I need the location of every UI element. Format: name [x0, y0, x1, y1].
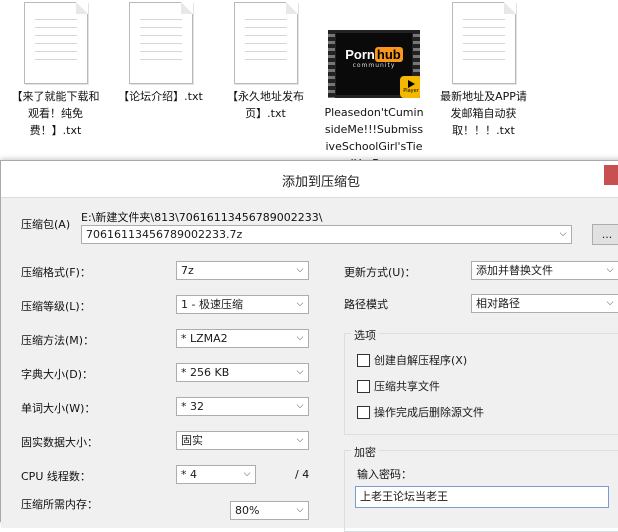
chevron-down-icon: ⌵	[296, 299, 304, 309]
method-select[interactable]: * LZMA2 ⌵	[176, 329, 309, 348]
checkbox-box	[357, 405, 370, 419]
file-item-video[interactable]: Porn hub community Player Pleasedon'tCumi…	[322, 0, 426, 172]
close-button[interactable]: ×	[604, 165, 618, 185]
checkbox-box	[357, 353, 370, 367]
format-label: 压缩格式(F)：	[21, 266, 91, 279]
chevron-down-icon: ⌵	[243, 469, 251, 479]
level-value: 1 - 极速压缩	[181, 298, 243, 311]
delete-label: 操作完成后删除源文件	[374, 406, 484, 419]
encryption-group: 加密 输入密码： 上老王论坛当老王	[344, 444, 618, 532]
update-select[interactable]: 添加并替换文件 ⌵	[471, 261, 618, 280]
dialog-title: 添加到压缩包	[281, 175, 360, 190]
chevron-down-icon: ⌵	[606, 298, 614, 308]
chevron-down-icon: ⌵	[296, 265, 304, 275]
chevron-down-icon: ⌵	[296, 333, 304, 343]
path-mode-label: 路径模式	[344, 298, 388, 311]
archive-name-combo[interactable]: 70616113456789002233.7z ⌵	[81, 225, 572, 244]
text-file-icon	[23, 2, 88, 84]
memory-value: 80%	[235, 504, 260, 517]
sfx-label: 创建自解压程序(X)	[374, 354, 468, 367]
logo-subtext: community	[352, 62, 396, 69]
encryption-title: 加密	[351, 444, 379, 460]
dict-label: 字典大小(D)：	[21, 368, 94, 381]
format-value: 7z	[181, 264, 194, 277]
file-item[interactable]: 【来了就能下载和观看！纯免费！】.txt	[8, 0, 103, 139]
solid-label: 固实数据大小：	[21, 436, 98, 449]
dialog-body: 压缩包(A) E:\新建文件夹\813\70616113456789002233…	[1, 197, 618, 532]
chevron-down-icon: ⌵	[296, 367, 304, 377]
video-thumbnail: Porn hub community Player	[328, 30, 420, 98]
cpu-total: / 4	[295, 468, 310, 481]
archive-label: 压缩包(A)	[21, 218, 71, 231]
update-label: 更新方式(U)：	[344, 266, 416, 279]
archive-name-value: 70616113456789002233.7z	[86, 228, 243, 241]
file-name: 【论坛介绍】.txt	[118, 90, 203, 103]
title-bar: 添加到压缩包 ×	[1, 161, 618, 197]
chevron-down-icon: ⌵	[296, 401, 304, 411]
level-select[interactable]: 1 - 极速压缩 ⌵	[176, 295, 309, 314]
memory-select[interactable]: 80% ⌵	[230, 501, 309, 520]
solid-select[interactable]: 固实 ⌵	[176, 431, 309, 450]
file-item[interactable]: 【永久地址发布页】.txt	[218, 0, 313, 122]
delete-after-checkbox[interactable]: 操作完成后删除源文件	[357, 404, 484, 420]
cpu-select[interactable]: * 4 ⌵	[176, 465, 256, 484]
level-label: 压缩等级(L)：	[21, 300, 91, 313]
word-value: * 32	[181, 400, 204, 413]
chevron-down-icon: ⌵	[296, 435, 304, 445]
password-label: 输入密码：	[357, 468, 412, 481]
cpu-label: CPU 线程数：	[21, 470, 91, 483]
archive-path: E:\新建文件夹\813\70616113456789002233\	[81, 211, 323, 224]
browse-button[interactable]: ...	[592, 224, 618, 245]
file-name: 【永久地址发布页】.txt	[227, 90, 304, 120]
file-item[interactable]: 【论坛介绍】.txt	[113, 0, 208, 105]
chevron-down-icon: ⌵	[606, 265, 614, 275]
text-file-icon	[128, 2, 193, 84]
file-name: 【来了就能下载和观看！纯免费！】.txt	[11, 90, 100, 137]
badge-text: Player	[403, 88, 419, 94]
method-label: 压缩方法(M)：	[21, 334, 95, 347]
path-mode-value: 相对路径	[476, 297, 520, 310]
options-title: 选项	[351, 327, 379, 343]
player-badge-icon: Player	[400, 76, 420, 98]
file-name: 最新地址及APP请发邮箱自动获取！！！.txt	[440, 90, 527, 137]
logo-text: hub	[374, 47, 403, 62]
options-group: 选项 创建自解压程序(X) 压缩共享文件 操作完成后删除源文件	[344, 327, 618, 435]
logo-text: Porn	[345, 47, 375, 62]
memory-label: 压缩所需内存：	[21, 498, 98, 511]
text-file-icon	[451, 2, 516, 84]
format-select[interactable]: 7z ⌵	[176, 261, 309, 280]
file-list: 【来了就能下载和观看！纯免费！】.txt 【论坛介绍】.txt 【永久地址发布页…	[0, 0, 618, 170]
checkbox-box	[357, 379, 370, 393]
path-mode-select[interactable]: 相对路径 ⌵	[471, 294, 618, 313]
solid-value: 固实	[181, 434, 203, 447]
word-label: 单词大小(W)：	[21, 402, 96, 415]
add-to-archive-dialog: 添加到压缩包 × 压缩包(A) E:\新建文件夹\813\70616113456…	[0, 160, 618, 532]
method-value: * LZMA2	[181, 332, 228, 345]
dict-select[interactable]: * 256 KB ⌵	[176, 363, 309, 382]
chevron-down-icon: ⌵	[296, 505, 304, 515]
password-input[interactable]: 上老王论坛当老王	[355, 486, 609, 508]
text-file-icon	[233, 2, 298, 84]
cpu-value: * 4	[181, 468, 197, 481]
word-select[interactable]: * 32 ⌵	[176, 397, 309, 416]
dict-value: * 256 KB	[181, 366, 230, 379]
chevron-down-icon: ⌵	[559, 229, 567, 239]
sfx-checkbox[interactable]: 创建自解压程序(X)	[357, 352, 467, 368]
shared-files-checkbox[interactable]: 压缩共享文件	[357, 378, 440, 394]
shared-label: 压缩共享文件	[374, 380, 440, 393]
file-item[interactable]: 最新地址及APP请发邮箱自动获取！！！.txt	[436, 0, 531, 139]
update-value: 添加并替换文件	[476, 264, 553, 277]
